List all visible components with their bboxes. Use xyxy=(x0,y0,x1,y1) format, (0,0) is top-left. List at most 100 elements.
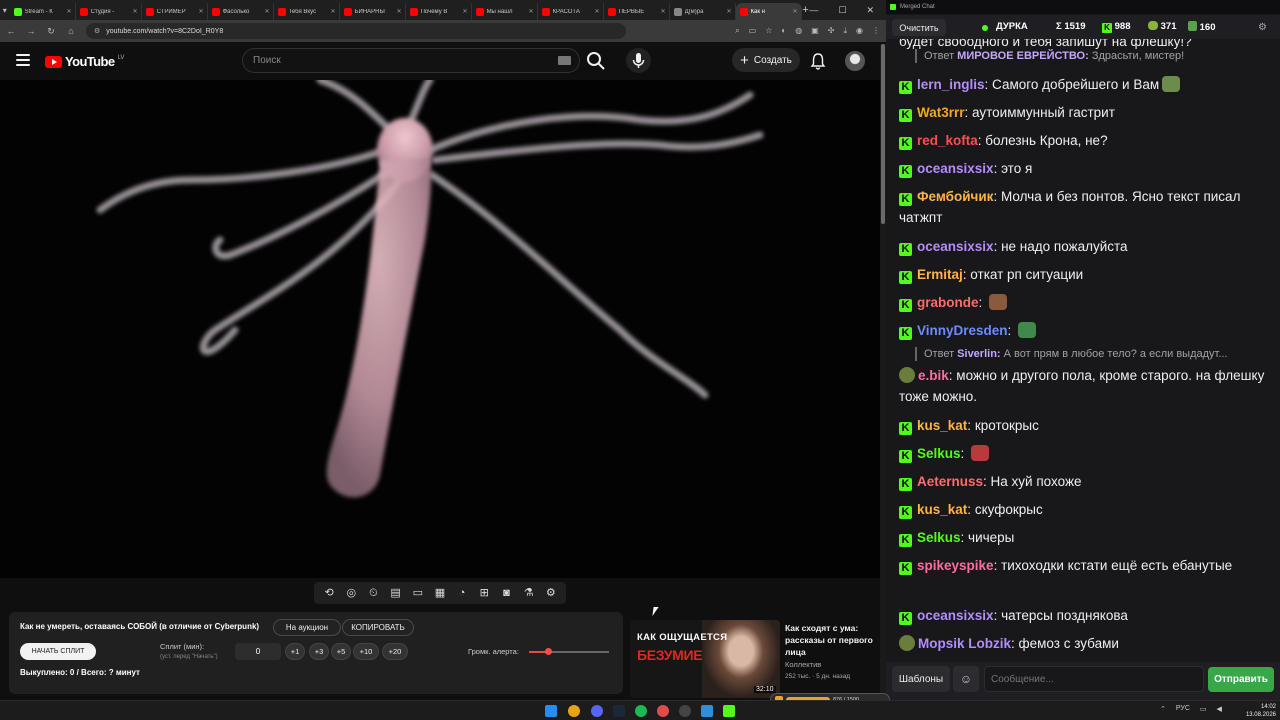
split-step-button[interactable]: +3 xyxy=(309,643,329,660)
maximize-icon[interactable]: ☐ xyxy=(838,5,846,16)
browser-tab[interactable]: СТРИМЕР ✕ xyxy=(142,3,208,20)
cast-icon[interactable]: ▭ xyxy=(749,26,757,36)
chat-username[interactable]: grabonde xyxy=(917,295,979,310)
chat-username[interactable]: oceansixsix xyxy=(917,161,994,176)
chat-username[interactable]: Aeternuss xyxy=(917,474,983,489)
tab-search-icon[interactable]: ▾ xyxy=(0,0,10,20)
language-indicator[interactable]: РУС xyxy=(1176,705,1190,713)
tab-close-icon[interactable]: ✕ xyxy=(595,8,600,15)
reply-username[interactable]: МИРОВОЕ ЕВРЕЙСТВО: xyxy=(957,50,1089,62)
browser-tab[interactable]: Студия - ✕ xyxy=(76,3,142,20)
browser-tab[interactable]: КРАСОТА ✕ xyxy=(538,3,604,20)
alert-volume-slider[interactable] xyxy=(529,648,609,655)
gauge-icon[interactable]: ◔ xyxy=(456,587,468,599)
chat-username[interactable]: Ermitaj xyxy=(917,267,963,282)
theater-icon[interactable]: ▭ xyxy=(412,587,424,599)
tab-close-icon[interactable]: ✕ xyxy=(529,8,534,15)
browser-tab[interactable]: БИНАРНЫ ✕ xyxy=(340,3,406,20)
speed-icon[interactable]: ⏲ xyxy=(367,587,379,599)
minimize-icon[interactable]: — xyxy=(809,5,818,16)
split-step-button[interactable]: +10 xyxy=(353,643,379,660)
extension-icon[interactable]: ◍ xyxy=(795,26,802,36)
browser-tab[interactable]: Stream - К ✕ xyxy=(10,3,76,20)
split-step-button[interactable]: +20 xyxy=(382,643,408,660)
audio-icon[interactable]: ◎ xyxy=(345,587,357,599)
obs-icon[interactable] xyxy=(679,705,691,717)
app-icon[interactable] xyxy=(657,705,669,717)
chat-username[interactable]: Selkus xyxy=(917,530,961,545)
search-input[interactable]: Поиск xyxy=(242,48,580,73)
forward-icon[interactable]: → xyxy=(26,26,36,36)
emoji-icon[interactable]: ☺ xyxy=(953,666,979,692)
browser-tab[interactable]: Как н ✕ xyxy=(735,3,802,20)
network-icon[interactable]: ▭ xyxy=(1200,705,1207,713)
tab-close-icon[interactable]: ✕ xyxy=(331,8,336,15)
chat-username[interactable]: Mopsik Lobzik xyxy=(918,636,1011,651)
menu-dots-icon[interactable]: ⋮ xyxy=(872,26,880,36)
bookmark-star-icon[interactable]: ☆ xyxy=(765,26,772,36)
start-split-button[interactable]: НАЧАТЬ СПЛИТ xyxy=(20,643,96,660)
chat-username[interactable]: oceansixsix xyxy=(917,239,994,254)
flask-icon[interactable]: ⚗ xyxy=(523,587,535,599)
windows-start-icon[interactable] xyxy=(545,705,557,717)
search-page-icon[interactable]: ⌕ xyxy=(735,26,739,36)
puzzle-icon[interactable]: ✣ xyxy=(828,26,835,36)
notifications-bell-icon[interactable] xyxy=(810,52,826,70)
split-step-button[interactable]: +1 xyxy=(285,643,305,660)
extension-icon[interactable]: ▣ xyxy=(811,26,819,36)
settings-gear-icon[interactable]: ⚙ xyxy=(1258,22,1267,33)
tray-chevron-icon[interactable]: ⌃ xyxy=(1160,705,1166,713)
discord-icon[interactable] xyxy=(591,705,603,717)
alert-volume-handle[interactable] xyxy=(545,648,553,655)
youtube-logo[interactable]: YouTube LV xyxy=(45,54,124,69)
chat-username[interactable]: Wat3rrr xyxy=(917,105,965,120)
clip-icon[interactable]: ▤ xyxy=(390,587,402,599)
tab-close-icon[interactable]: ✕ xyxy=(133,8,138,15)
reply-username[interactable]: Siverlin: xyxy=(957,348,1000,360)
steam-icon[interactable] xyxy=(613,705,625,717)
loop-icon[interactable]: ⟲ xyxy=(323,587,335,599)
chat-username[interactable]: kus_kat xyxy=(917,418,967,433)
chrome-icon[interactable] xyxy=(568,705,580,717)
add-icon[interactable]: ⊞ xyxy=(478,587,490,599)
search-icon[interactable] xyxy=(584,49,608,73)
recommended-thumbnail[interactable]: КАК ОЩУЩАЕТСЯ БЕЗУМИЕ 32:10 xyxy=(630,620,780,698)
copy-button[interactable]: КОПИРОВАТЬ xyxy=(342,619,414,636)
tab-close-icon[interactable]: ✕ xyxy=(67,8,72,15)
browser-tab[interactable]: Тебя Вкус ✕ xyxy=(274,3,340,20)
browser-tab[interactable]: Почему В ✕ xyxy=(406,3,472,20)
tab-close-icon[interactable]: ✕ xyxy=(397,8,402,15)
reload-icon[interactable]: ↻ xyxy=(46,26,56,37)
url-field[interactable]: ⚙ youtube.com/watch?v=8C2DoI_R0Y8 xyxy=(86,23,626,39)
create-button[interactable]: + Создать xyxy=(732,48,800,72)
send-button[interactable]: Отправить xyxy=(1208,667,1274,692)
scrollbar-thumb[interactable] xyxy=(881,44,885,224)
spotify-icon[interactable] xyxy=(635,705,647,717)
templates-button[interactable]: Шаблоны xyxy=(892,666,950,692)
recommended-title[interactable]: Как сходят с ума: рассказы от первого ли… xyxy=(785,622,877,658)
menu-icon[interactable] xyxy=(16,54,30,66)
avatar[interactable] xyxy=(845,51,865,71)
chat-username[interactable]: VinnyDresden xyxy=(917,323,1008,338)
tab-close-icon[interactable]: ✕ xyxy=(727,8,732,15)
extension-icon[interactable]: ◐ xyxy=(781,26,786,36)
tab-close-icon[interactable]: ✕ xyxy=(265,8,270,15)
chat-username[interactable]: Selkus xyxy=(917,446,961,461)
split-minutes-input[interactable]: 0 xyxy=(235,643,281,660)
browser-tab[interactable]: Фасолько ✕ xyxy=(208,3,274,20)
keyboard-icon[interactable] xyxy=(558,56,571,65)
kick-app-icon[interactable] xyxy=(723,705,735,717)
chat-username[interactable]: red_kofta xyxy=(917,133,978,148)
chat-username[interactable]: oceansixsix xyxy=(917,608,994,623)
chat-username[interactable]: spikeyspike xyxy=(917,558,994,573)
chat-username[interactable]: lern_inglis xyxy=(917,77,985,92)
chat-username[interactable]: kus_kat xyxy=(917,502,967,517)
chat-message-list[interactable]: будет свободного и тебя запишут на флешк… xyxy=(886,39,1280,661)
browser-tab[interactable]: ПЕРВЫЕ ✕ xyxy=(604,3,670,20)
to-auction-button[interactable]: На аукцион xyxy=(273,619,341,636)
gear-icon[interactable]: ⚙ xyxy=(545,587,557,599)
tab-close-icon[interactable]: ✕ xyxy=(793,8,798,15)
home-icon[interactable]: ⌂ xyxy=(66,26,76,36)
download-icon[interactable]: ⤓ xyxy=(843,26,847,36)
browser-tab[interactable]: Мы нашл ✕ xyxy=(472,3,538,20)
